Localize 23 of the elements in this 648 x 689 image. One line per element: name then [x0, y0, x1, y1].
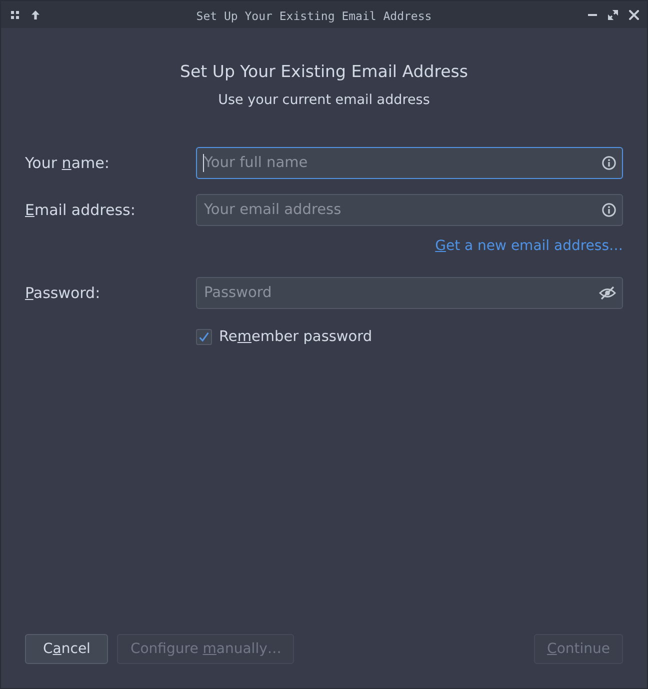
- dialog-subtitle: Use your current email address: [218, 91, 430, 110]
- cancel-button[interactable]: Cancel: [25, 634, 108, 664]
- window-title: Set Up Your Existing Email Address: [196, 9, 432, 23]
- maximize-icon[interactable]: [608, 10, 618, 20]
- field-label: Your name:: [25, 154, 110, 172]
- close-icon[interactable]: [629, 10, 639, 20]
- info-icon: [602, 156, 616, 170]
- input-field[interactable]: Your email address: [196, 194, 623, 226]
- text-link[interactable]: Get a new email address…: [435, 236, 623, 256]
- input-field[interactable]: Your full name: [196, 147, 623, 179]
- field-label: Password:: [25, 284, 100, 302]
- grid-icon[interactable]: [11, 10, 19, 18]
- minimize-icon[interactable]: [588, 14, 597, 16]
- dialog-heading: Set Up Your Existing Email Address: [180, 61, 468, 83]
- checkbox-label: Remember password: [219, 328, 372, 347]
- field-label: Email address:: [25, 201, 136, 219]
- checkmark-icon: [199, 332, 209, 342]
- password-field[interactable]: Password: [196, 277, 623, 309]
- up-arrow-icon[interactable]: [31, 10, 40, 20]
- checkbox[interactable]: [196, 329, 212, 345]
- text-cursor-icon: [203, 154, 204, 172]
- eye-slash-icon[interactable]: [599, 286, 616, 300]
- info-icon: [602, 203, 616, 217]
